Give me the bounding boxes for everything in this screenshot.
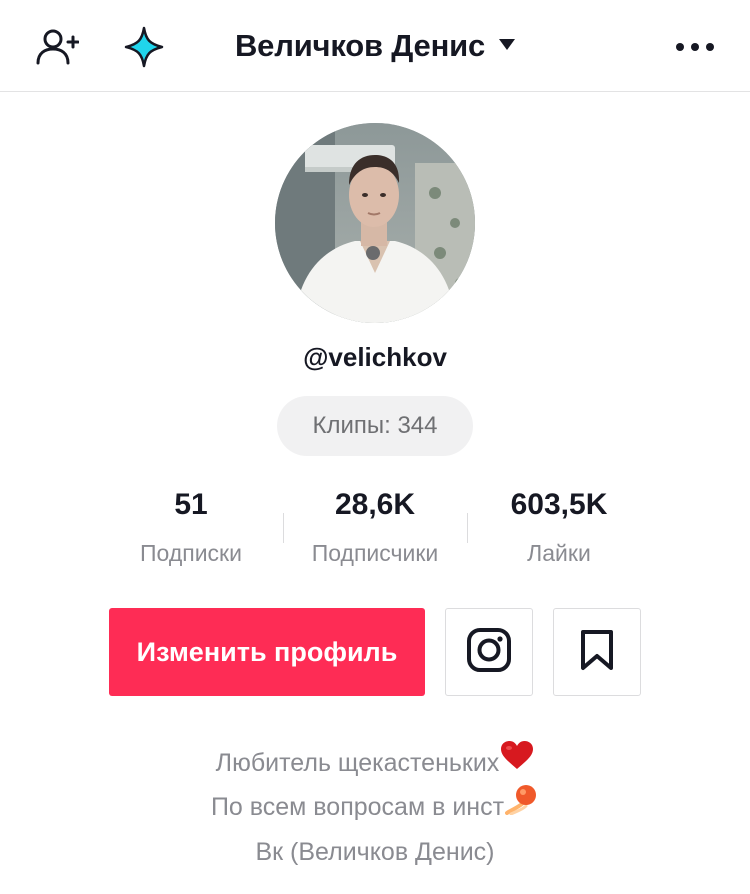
- more-icon[interactable]: [670, 24, 720, 70]
- caret-down-icon: [499, 39, 515, 51]
- stat-value: 603,5K: [510, 488, 608, 521]
- clips-count-button[interactable]: Клипы: 344: [277, 396, 473, 456]
- bio-line: Любитель щекастеньких: [0, 740, 750, 786]
- avatar[interactable]: [275, 123, 475, 323]
- bio-line: По всем вопросам в инст: [0, 783, 750, 831]
- edit-profile-button[interactable]: Изменить профиль: [109, 608, 425, 696]
- page-title: Величков Денис: [234, 28, 485, 63]
- bio: Любитель щекастеньких По всем вопросам в…: [0, 740, 750, 873]
- top-bar: Величков Денис: [0, 0, 750, 92]
- stat-followers[interactable]: 28,6K Подписчики: [275, 488, 475, 567]
- comet-icon: [505, 783, 539, 828]
- instagram-button[interactable]: [445, 608, 533, 696]
- favorites-button[interactable]: [553, 608, 641, 696]
- stat-likes[interactable]: 603,5K Лайки: [459, 488, 659, 567]
- bookmark-icon: [579, 629, 615, 676]
- instagram-icon: [466, 627, 512, 678]
- stat-value: 28,6K: [334, 488, 416, 521]
- stat-label: Лайки: [527, 540, 591, 566]
- stat-value: 51: [174, 488, 208, 521]
- stat-label: Подписчики: [311, 540, 439, 566]
- stat-label: Подписки: [140, 540, 242, 566]
- profile-name-switcher[interactable]: Величков Денис: [0, 28, 750, 64]
- heart-icon: [500, 740, 534, 783]
- bio-line: Вк (Величков Денис): [255, 837, 495, 866]
- stat-following[interactable]: 51 Подписки: [91, 488, 291, 567]
- username: @velichkov: [303, 342, 447, 372]
